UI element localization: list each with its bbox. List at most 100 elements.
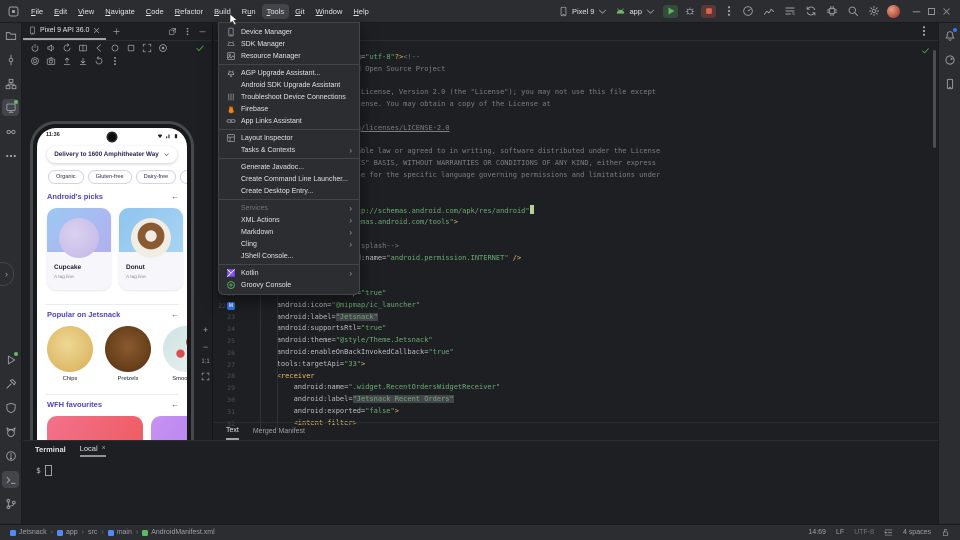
caret-position-widget[interactable]: 14:69 (808, 529, 826, 536)
breadcrumb-item[interactable]: app (57, 529, 78, 536)
snack-card[interactable]: CupcakeA tag line (47, 208, 111, 290)
rotate-icon[interactable] (62, 43, 72, 53)
menu-item-generate-javadoc[interactable]: Generate Javadoc... (219, 161, 359, 173)
debug-button[interactable] (682, 5, 697, 18)
gutter-badge[interactable]: M (227, 302, 235, 310)
menu-item-create-desktop-entry[interactable]: Create Desktop Entry... (219, 185, 359, 197)
branch-tool[interactable] (2, 495, 19, 512)
search-icon[interactable] (847, 5, 859, 17)
more-actions-icon[interactable] (723, 5, 735, 17)
filter-chip[interactable]: Organic (48, 170, 84, 184)
menu-item-agp-upgrade-assistant[interactable]: AGP Upgrade Assistant... (219, 67, 359, 79)
device-selector[interactable]: Pixel 9 (558, 6, 609, 17)
close-icon[interactable]: × (102, 445, 106, 452)
snapshot-icon[interactable] (30, 56, 40, 66)
snack-card[interactable]: DonutA tag line (119, 208, 183, 290)
download-icon[interactable] (78, 56, 88, 66)
popular-item[interactable]: Chips (47, 326, 93, 382)
run-outline-tool[interactable] (2, 351, 19, 368)
bot-tool[interactable] (2, 123, 19, 140)
menu-item-device-manager[interactable]: Device Manager (219, 26, 359, 38)
more-v-icon[interactable] (183, 27, 192, 36)
breadcrumb-item[interactable]: AndroidManifest.xml (142, 529, 214, 536)
sync-icon[interactable] (805, 5, 817, 17)
breadcrumb-item[interactable]: main (108, 529, 132, 536)
gear-icon[interactable] (868, 5, 880, 17)
menu-item-tasks-contexts[interactable]: Tasks & Contexts› (219, 144, 359, 156)
editor-scrollbar[interactable] (933, 50, 936, 148)
menu-navigate[interactable]: Navigate (100, 4, 140, 19)
terminal-ic-tool[interactable] (2, 471, 19, 488)
fold-icon[interactable] (78, 43, 88, 53)
menu-item-kotlin[interactable]: Kotlin› (219, 267, 359, 279)
device-tab[interactable]: Pixel 9 API 36.0 (23, 22, 106, 40)
arrow-left-icon[interactable]: ← (171, 400, 179, 409)
tab-merged-manifest[interactable]: Merged Manifest (253, 423, 305, 440)
menu-item-groovy-console[interactable]: Groovy Console (219, 279, 359, 291)
more-h-tool[interactable] (2, 147, 19, 164)
menu-tools[interactable]: Tools (262, 4, 290, 19)
assistant-chip-icon[interactable] (826, 5, 838, 17)
more-v-icon[interactable] (110, 56, 120, 66)
history-icon[interactable] (94, 56, 104, 66)
terminal-tab[interactable]: Local × (80, 441, 106, 457)
popular-item[interactable]: Pretzels (105, 326, 151, 382)
zoom-fit-icon[interactable] (201, 372, 210, 381)
menu-item-app-links-assistant[interactable]: App Links Assistant (219, 115, 359, 127)
record-icon[interactable] (158, 43, 168, 53)
open-window-icon[interactable] (168, 27, 177, 36)
stop-button[interactable] (701, 5, 716, 18)
arrow-left-icon[interactable]: ← (171, 310, 179, 319)
commit-tool[interactable] (2, 51, 19, 68)
bell-tool[interactable] (941, 27, 958, 44)
zoom-actual-button[interactable]: 1:1 (201, 359, 209, 365)
power-icon[interactable] (30, 43, 40, 53)
menu-item-jshell-console[interactable]: JShell Console... (219, 250, 359, 262)
insights-icon[interactable] (763, 5, 775, 17)
menu-file[interactable]: File (26, 4, 48, 19)
menu-item-markdown[interactable]: Markdown› (219, 226, 359, 238)
profiler-icon[interactable] (742, 5, 754, 17)
filter-chip[interactable]: Gluten-free (88, 170, 132, 184)
popular-item[interactable]: Smoothies (163, 326, 187, 382)
menu-item-troubleshoot-device-connections[interactable]: Troubleshoot Device Connections (219, 91, 359, 103)
avatar[interactable] (887, 5, 900, 18)
camera-icon[interactable] (46, 56, 56, 66)
home-nav-icon[interactable] (110, 43, 120, 53)
menu-item-cling[interactable]: Cling› (219, 238, 359, 250)
structure-tool[interactable] (2, 75, 19, 92)
menu-git[interactable]: Git (290, 4, 310, 19)
add-device-tab-icon[interactable] (112, 27, 121, 36)
screenshot-icon[interactable] (142, 43, 152, 53)
menu-item-layout-inspector[interactable]: Layout Inspector (219, 132, 359, 144)
upload-icon[interactable] (62, 56, 72, 66)
menu-help[interactable]: Help (348, 4, 373, 19)
filter-chip[interactable]: Dairy-free (136, 170, 177, 184)
menu-item-resource-manager[interactable]: Resource Manager (219, 50, 359, 62)
menu-item-xml-actions[interactable]: XML Actions› (219, 214, 359, 226)
device-screen-tool[interactable] (2, 99, 19, 116)
menu-code[interactable]: Code (141, 4, 169, 19)
breadcrumb-item[interactable]: src (88, 529, 97, 536)
minimize-icon[interactable] (911, 6, 922, 17)
zoom-out-button[interactable]: − (203, 342, 208, 352)
indent-widget[interactable]: 4 spaces (903, 529, 931, 536)
recents-nav-icon[interactable] (126, 43, 136, 53)
filter-chip[interactable]: Sweet (180, 170, 187, 184)
menu-item-sdk-manager[interactable]: SDK Manager (219, 38, 359, 50)
run-configuration[interactable]: app (615, 6, 656, 17)
back-nav-icon[interactable] (94, 43, 104, 53)
zoom-in-button[interactable]: + (203, 325, 208, 335)
delivery-address-selector[interactable]: Delivery to 1600 Amphitheater Way (47, 146, 177, 163)
menu-item-firebase[interactable]: Firebase (219, 103, 359, 115)
menu-item-create-command-line-launcher[interactable]: Create Command Line Launcher... (219, 173, 359, 185)
cat-tool[interactable] (2, 423, 19, 440)
breadcrumb-item[interactable]: Jetsnack (10, 529, 47, 536)
close-icon[interactable] (92, 26, 101, 35)
folder-tool[interactable] (2, 27, 19, 44)
device-phone-tool[interactable] (941, 75, 958, 92)
menu-item-android-sdk-upgrade-assistant[interactable]: Android SDK Upgrade Assistant (219, 79, 359, 91)
menu-refactor[interactable]: Refactor (170, 4, 208, 19)
gradle-tool[interactable] (941, 51, 958, 68)
arrow-left-icon[interactable]: ← (171, 192, 179, 201)
